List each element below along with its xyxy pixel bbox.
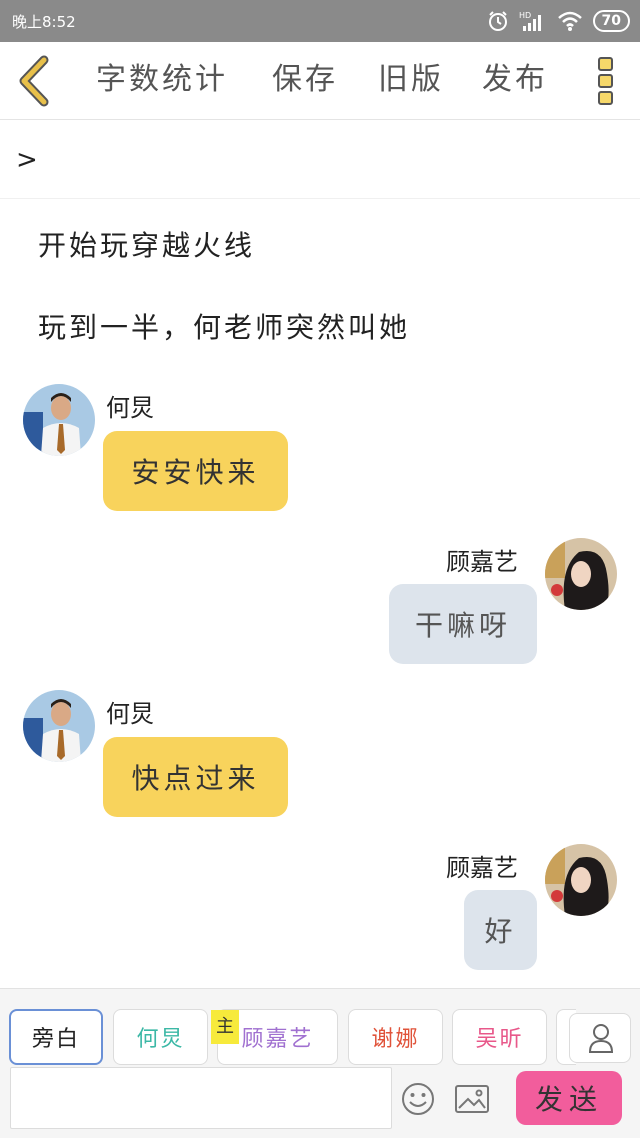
chapter-path-row[interactable]: > — [0, 121, 640, 199]
battery-indicator: 70 — [592, 10, 630, 32]
speaker-name: 顾嘉艺 — [446, 854, 518, 882]
avatar-he-jiong[interactable] — [23, 384, 95, 456]
add-role-button[interactable] — [569, 1013, 631, 1063]
editor-toolbar: 字数统计 保存 旧版 发布 — [0, 42, 640, 120]
send-button[interactable]: 发送 — [516, 1071, 622, 1125]
status-time: 晚上8:52 — [12, 13, 76, 31]
emoji-button[interactable] — [400, 1081, 436, 1117]
gu-jiayi-avatar-image — [545, 844, 617, 916]
message-input[interactable] — [10, 1067, 392, 1129]
chat-bubble[interactable]: 干嘛呀 — [389, 584, 537, 664]
user-icon — [588, 1024, 614, 1053]
speaker-name: 何炅 — [106, 394, 154, 422]
speaker-name: 何炅 — [106, 700, 154, 728]
role-tab-narrator[interactable]: 旁白 — [9, 1009, 103, 1065]
avatar-he-jiong[interactable] — [23, 690, 95, 762]
narration-line: 玩到一半，何老师突然叫她 — [38, 311, 411, 344]
save-button[interactable]: 保存 — [272, 56, 338, 104]
role-tab-he-jiong[interactable]: 何炅 — [113, 1009, 208, 1065]
avatar-gu-jiayi[interactable] — [545, 538, 617, 610]
chat-bubble[interactable]: 快点过来 — [103, 737, 288, 817]
word-count-button[interactable]: 字数统计 — [96, 56, 228, 104]
signal-icon: HD — [519, 10, 547, 32]
wifi-icon — [557, 10, 583, 32]
chevron-left-icon — [19, 55, 49, 107]
network-type-label: HD — [519, 11, 531, 20]
chat-bubble[interactable]: 好 — [464, 890, 537, 970]
alarm-icon — [487, 10, 509, 32]
role-tab-xie-na[interactable]: 谢娜 — [348, 1009, 443, 1065]
publish-button[interactable]: 发布 — [482, 56, 548, 104]
more-menu-button[interactable] — [588, 54, 624, 108]
role-tab-wu-xin[interactable]: 吴昕 — [452, 1009, 547, 1065]
emoji-icon — [402, 1083, 434, 1115]
he-jiong-avatar-image — [23, 384, 95, 456]
chat-bubble[interactable]: 安安快来 — [103, 431, 288, 511]
gu-jiayi-avatar-image — [545, 538, 617, 610]
back-button[interactable] — [10, 54, 60, 108]
avatar-gu-jiayi[interactable] — [545, 844, 617, 916]
status-icons: HD 70 — [487, 8, 630, 34]
composer-panel: 旁白 何炅 顾嘉艺 主 谢娜 吴昕 发送 — [0, 988, 640, 1138]
expand-chevron[interactable]: > — [16, 145, 38, 175]
image-icon — [455, 1085, 489, 1113]
main-role-badge: 主 — [211, 1010, 239, 1044]
insert-image-button[interactable] — [453, 1081, 491, 1117]
he-jiong-avatar-image — [23, 690, 95, 762]
old-version-button[interactable]: 旧版 — [378, 56, 444, 104]
status-bar: 晚上8:52 HD 70 — [0, 0, 640, 42]
speaker-name: 顾嘉艺 — [446, 548, 518, 576]
narration-line: 开始玩穿越火线 — [38, 229, 256, 262]
more-vertical-icon — [598, 57, 613, 105]
